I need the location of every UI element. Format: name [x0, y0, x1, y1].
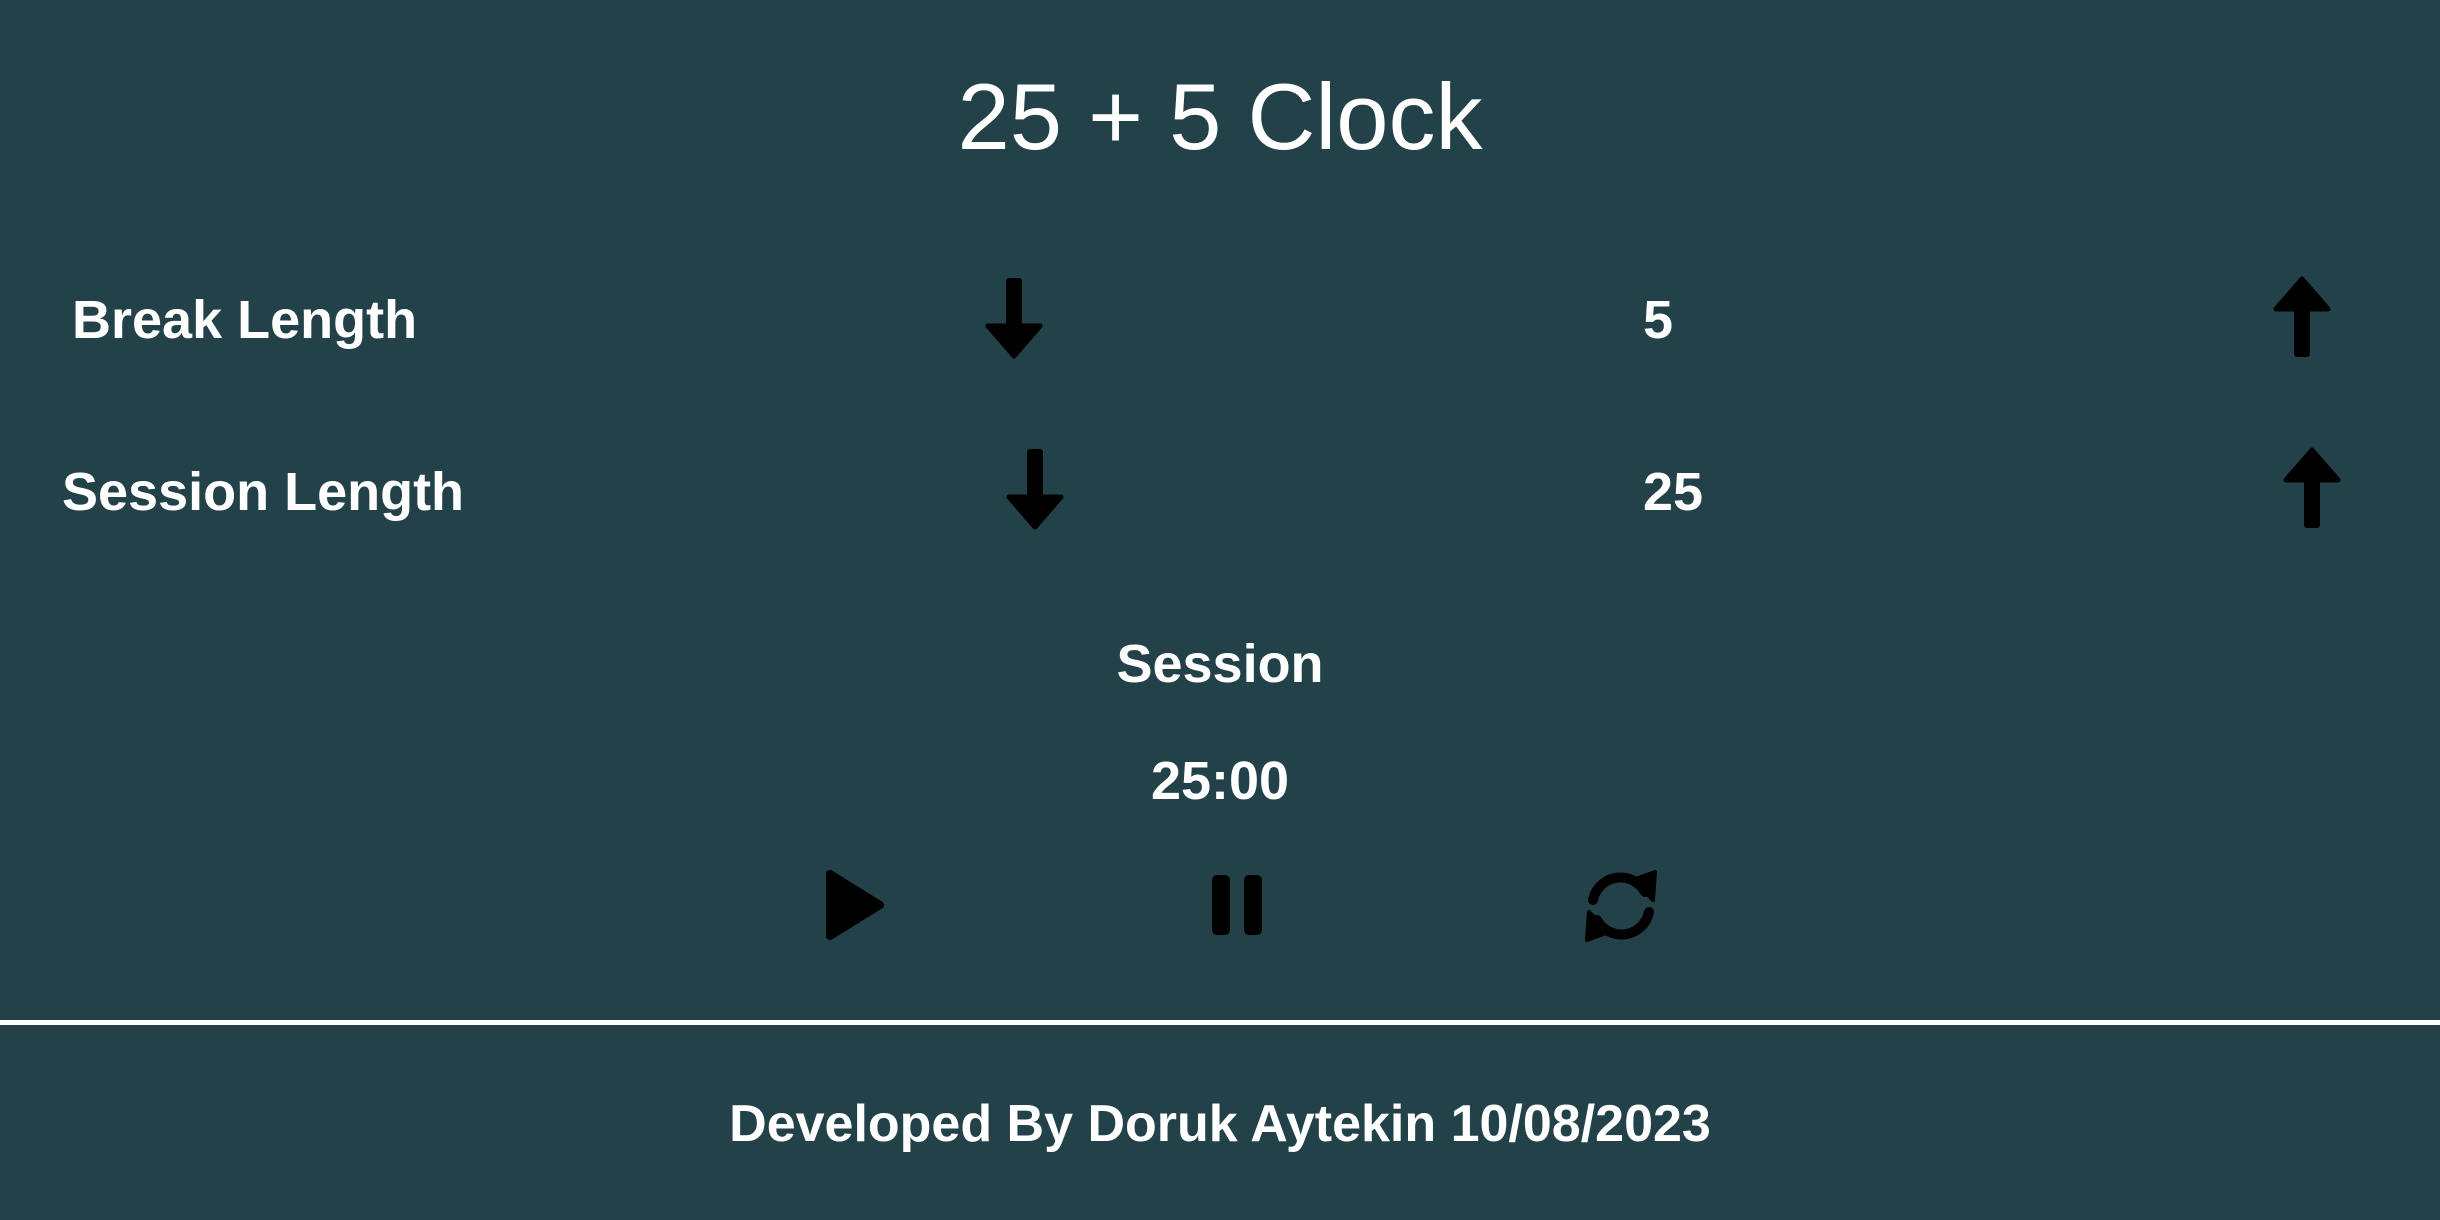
refresh-icon [1585, 870, 1657, 942]
footer-divider [0, 1020, 2440, 1025]
session-increment-button[interactable] [2282, 446, 2342, 530]
pause-button[interactable] [1210, 873, 1264, 937]
break-increment-button[interactable] [2272, 275, 2332, 359]
session-length-value: 25 [1643, 462, 1704, 522]
app-title: 25 + 5 Clock [957, 64, 1483, 169]
break-decrement-button[interactable] [984, 276, 1044, 360]
break-label: Break Length [72, 290, 418, 350]
arrow-down-icon [1006, 449, 1064, 530]
session-decrement-button[interactable] [1005, 447, 1065, 531]
break-length-value: 5 [1643, 290, 1674, 350]
session-label: Session Length [62, 462, 465, 522]
reset-button[interactable] [1583, 868, 1659, 944]
arrow-up-icon [2283, 447, 2341, 528]
play-icon [826, 870, 884, 940]
pause-icon [1212, 875, 1262, 935]
arrow-down-icon [985, 278, 1043, 359]
time-left: 25:00 [1150, 751, 1290, 811]
arrow-up-icon [2273, 276, 2331, 357]
timer-label: Session [1116, 634, 1324, 694]
footer-text: Developed By Doruk Aytekin 10/08/2023 [729, 1095, 1711, 1153]
start-button[interactable] [822, 868, 886, 942]
